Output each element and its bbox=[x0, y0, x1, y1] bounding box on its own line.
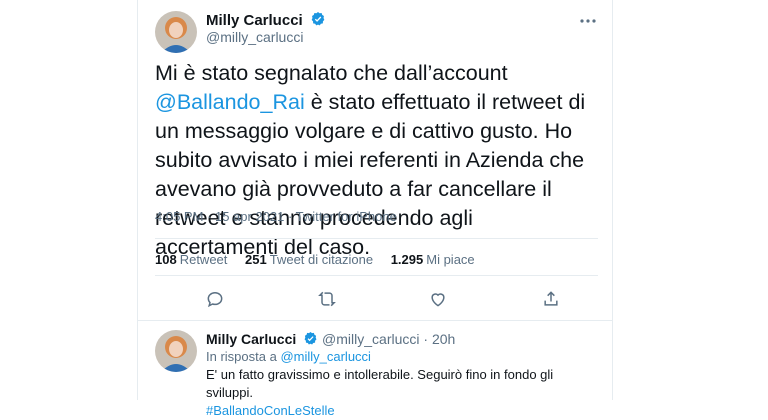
likes-stat[interactable]: 1.295 Mi piace bbox=[391, 252, 475, 267]
reply-avatar[interactable] bbox=[155, 330, 197, 372]
likes-label: Mi piace bbox=[426, 252, 475, 267]
tweet-text: Mi è stato segnalato che dall’account @B… bbox=[155, 59, 600, 262]
reply-separator: · bbox=[423, 331, 429, 347]
verified-badge-icon bbox=[303, 331, 318, 349]
reply-header: Milly Carlucci @milly_carlucci · 20h bbox=[206, 331, 455, 349]
avatar[interactable] bbox=[155, 11, 197, 53]
reply-text-block: E' un fatto gravissimo e intollerabile. … bbox=[206, 366, 601, 420]
quotes-count: 251 bbox=[245, 252, 267, 267]
tweet-timestamp[interactable]: 4:05 PM · 15 apr 2021 · Twitter for iPho… bbox=[155, 209, 397, 224]
retweets-label: Retweet bbox=[179, 252, 228, 267]
like-icon[interactable] bbox=[423, 285, 453, 313]
hashtag-link[interactable]: #BallandoConLeStelle bbox=[206, 402, 601, 420]
mention-link[interactable]: @Ballando_Rai bbox=[155, 90, 305, 114]
tweet-text-part1: Mi è stato segnalato che dall’account bbox=[155, 61, 508, 85]
author-name[interactable]: Milly Carlucci bbox=[206, 12, 303, 29]
in-reply-handle[interactable]: @milly_carlucci bbox=[280, 349, 371, 364]
verified-badge-icon bbox=[310, 11, 326, 32]
divider bbox=[155, 238, 598, 239]
in-reply-to: In risposta a @milly_carlucci bbox=[206, 349, 371, 364]
retweets-stat[interactable]: 108 Retweet bbox=[155, 252, 227, 267]
reply-icon[interactable] bbox=[200, 285, 230, 313]
stats-row: 108 Retweet 251 Tweet di citazione 1.295 Mi… bbox=[155, 252, 489, 267]
divider bbox=[138, 320, 612, 321]
tweet-text-part2: è stato effettuato il retweet di un mess… bbox=[155, 90, 586, 259]
quotes-label: Tweet di citazione bbox=[269, 252, 374, 267]
retweets-count: 108 bbox=[155, 252, 177, 267]
reply-text: E' un fatto gravissimo e intollerabile. … bbox=[206, 367, 554, 400]
divider bbox=[155, 275, 598, 276]
reply-time[interactable]: 20h bbox=[432, 331, 455, 347]
action-bar bbox=[155, 285, 600, 313]
likes-count: 1.295 bbox=[390, 252, 424, 267]
reply-author-name[interactable]: Milly Carlucci bbox=[206, 331, 296, 347]
author-handle[interactable]: @milly_carlucci bbox=[206, 29, 303, 45]
tweet-card: Milly Carlucci @milly_carlucci Mi è stat… bbox=[137, 0, 613, 418]
more-icon[interactable] bbox=[578, 14, 598, 28]
share-icon[interactable] bbox=[536, 285, 566, 313]
reply-author-handle[interactable]: @milly_carlucci bbox=[322, 331, 419, 347]
retweet-icon[interactable] bbox=[312, 285, 342, 313]
in-reply-prefix: In risposta a bbox=[206, 349, 277, 364]
quotes-stat[interactable]: 251 Tweet di citazione bbox=[245, 252, 373, 267]
